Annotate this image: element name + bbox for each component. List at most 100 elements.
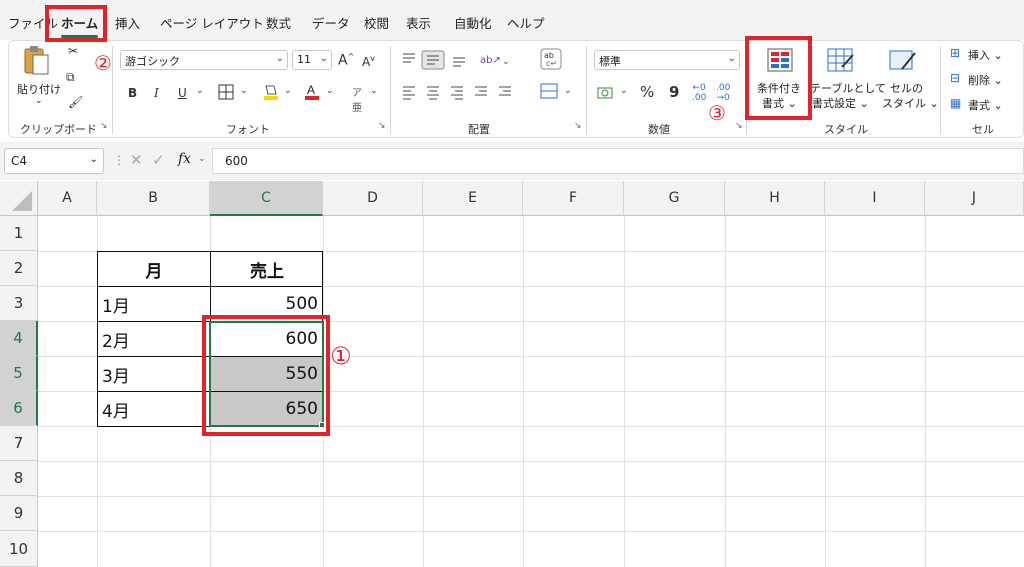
underline-button[interactable]: U xyxy=(178,86,187,100)
vertical-align-buttons[interactable]: ab↗ ⌄ xyxy=(400,50,540,70)
column-header-e[interactable]: E xyxy=(423,181,523,216)
cell-styles-label-1[interactable]: セルの xyxy=(890,80,923,96)
merge-center-icon[interactable] xyxy=(540,83,560,101)
insert-cells-icon[interactable]: ⊞ xyxy=(950,46,960,60)
insert-function-button[interactable]: fx xyxy=(178,151,191,167)
table-cell-month[interactable]: 2月 xyxy=(98,322,210,356)
format-cells-icon[interactable]: ▦ xyxy=(950,96,961,110)
accounting-dropdown-icon[interactable]: ⌄ xyxy=(620,86,628,96)
table-cell-month[interactable]: 1月 xyxy=(98,287,210,321)
font-color-dropdown-icon[interactable]: ⌄ xyxy=(326,86,334,96)
table-header-month[interactable]: 月 xyxy=(98,252,210,286)
formula-input[interactable]: 600 xyxy=(212,148,1024,174)
wrap-text-icon[interactable]: abc↵ xyxy=(540,48,562,70)
row-header-7[interactable]: 7 xyxy=(0,426,38,461)
row-header-1[interactable]: 1 xyxy=(0,216,38,251)
table-cell-month[interactable]: 4月 xyxy=(98,392,210,426)
row-header-3[interactable]: 3 xyxy=(0,286,38,321)
column-header-h[interactable]: H xyxy=(725,181,825,216)
grow-font-button[interactable]: A^ xyxy=(338,52,354,69)
clipboard-launcher-icon[interactable]: ↘ xyxy=(100,121,108,131)
row-header-10[interactable]: 10 xyxy=(0,531,38,567)
column-header-d[interactable]: D xyxy=(323,181,423,216)
tab-page-layout[interactable]: ページ レイアウト xyxy=(160,13,264,32)
decrease-decimal-icon[interactable]: .00 →0 xyxy=(716,83,730,103)
row-header-6[interactable]: 6 xyxy=(0,391,38,426)
column-header-f[interactable]: F xyxy=(523,181,624,216)
copy-icon[interactable]: ⧉ xyxy=(66,70,75,85)
font-name-select[interactable]: 游ゴシック ⌄ xyxy=(120,50,288,70)
borders-dropdown-icon[interactable]: ⌄ xyxy=(240,86,248,96)
paste-dropdown-icon[interactable]: ⌄ xyxy=(35,96,43,106)
column-header-b[interactable]: B xyxy=(97,181,210,216)
column-header-a[interactable]: A xyxy=(38,181,97,216)
format-as-table-icon[interactable] xyxy=(826,47,856,75)
font-group-label: フォント xyxy=(226,123,270,136)
phonetic-guide-icon[interactable]: ア亜 xyxy=(352,84,362,114)
table-header-sales[interactable]: 売上 xyxy=(211,252,323,286)
paste-icon[interactable] xyxy=(22,44,52,78)
divider xyxy=(112,46,113,134)
select-all-corner[interactable] xyxy=(0,181,38,216)
divider xyxy=(586,46,587,134)
alignment-launcher-icon[interactable]: ↘ xyxy=(574,121,582,131)
name-box[interactable]: C4 ⌄ xyxy=(4,148,104,174)
format-as-table-label-2[interactable]: 書式設定 ⌄ xyxy=(812,95,869,111)
cells-group-label: セル xyxy=(972,123,994,136)
italic-button[interactable]: I xyxy=(154,86,159,100)
column-header-g[interactable]: G xyxy=(624,181,725,216)
fill-color-icon[interactable] xyxy=(262,83,280,101)
tab-data[interactable]: データ xyxy=(312,13,350,32)
percent-button[interactable]: % xyxy=(640,83,654,101)
column-header-i[interactable]: I xyxy=(825,181,925,216)
tab-insert[interactable]: 挿入 xyxy=(115,13,140,32)
format-as-table-label-1[interactable]: テーブルとして xyxy=(810,80,886,96)
row-header-5[interactable]: 5 xyxy=(0,356,38,391)
cell-styles-icon[interactable] xyxy=(888,47,918,75)
format-painter-icon[interactable]: 🖌 xyxy=(68,95,83,109)
row-header-9[interactable]: 9 xyxy=(0,496,38,531)
column-header-c[interactable]: C xyxy=(210,181,323,216)
font-launcher-icon[interactable]: ↘ xyxy=(378,121,386,131)
tab-formulas[interactable]: 数式 xyxy=(266,13,291,32)
borders-icon[interactable] xyxy=(218,84,234,100)
shrink-font-button[interactable]: Av xyxy=(362,54,375,69)
format-cells-button[interactable]: 書式 ⌄ xyxy=(968,97,1003,113)
delete-cells-icon[interactable]: ⊟ xyxy=(950,71,960,85)
number-format-select[interactable]: 標準 ⌄ xyxy=(594,50,740,70)
merge-dropdown-icon[interactable]: ⌄ xyxy=(564,86,572,96)
phonetic-dropdown-icon[interactable]: ⌄ xyxy=(370,86,378,96)
increase-decimal-icon[interactable]: ←0.00 xyxy=(692,83,706,103)
tab-view[interactable]: 表示 xyxy=(406,13,431,32)
svg-text:A: A xyxy=(307,83,315,97)
alignment-group-label: 配置 xyxy=(468,123,490,136)
tab-review[interactable]: 校閲 xyxy=(364,13,389,32)
fx-dropdown-icon[interactable]: ⌄ xyxy=(198,154,206,164)
row-header-2[interactable]: 2 xyxy=(0,251,38,286)
cut-icon[interactable]: ✂ xyxy=(68,44,78,58)
delete-cells-button[interactable]: 削除 ⌄ xyxy=(968,72,1003,88)
fill-color-dropdown-icon[interactable]: ⌄ xyxy=(284,86,292,96)
confirm-entry-icon[interactable]: ✓ xyxy=(152,151,165,169)
table-cell-month[interactable]: 3月 xyxy=(98,357,210,391)
row-header-4[interactable]: 4 xyxy=(0,321,38,356)
cancel-entry-icon[interactable]: ✕ xyxy=(130,151,143,169)
cell-styles-label-2[interactable]: スタイル ⌄ xyxy=(882,95,939,111)
selection-highlight xyxy=(202,315,330,436)
comma-style-button[interactable]: 9 xyxy=(669,83,679,101)
tab-automate[interactable]: 自動化 xyxy=(454,13,492,32)
accounting-format-icon[interactable] xyxy=(597,85,617,101)
underline-dropdown-icon[interactable]: ⌄ xyxy=(196,86,204,96)
row-header-8[interactable]: 8 xyxy=(0,461,38,496)
paste-button[interactable]: 貼り付け xyxy=(17,81,61,97)
bold-button[interactable]: B xyxy=(128,86,137,100)
insert-cells-button[interactable]: 挿入 ⌄ xyxy=(968,47,1003,63)
tab-help[interactable]: ヘルプ xyxy=(507,13,545,32)
font-size-select[interactable]: 11 ⌄ xyxy=(292,50,332,70)
column-header-j[interactable]: J xyxy=(925,181,1024,216)
number-launcher-icon[interactable]: ↘ xyxy=(735,121,743,131)
font-color-icon[interactable]: A xyxy=(303,83,321,101)
divider xyxy=(940,46,941,134)
gridline xyxy=(38,531,1024,532)
horizontal-align-buttons[interactable] xyxy=(400,84,530,102)
